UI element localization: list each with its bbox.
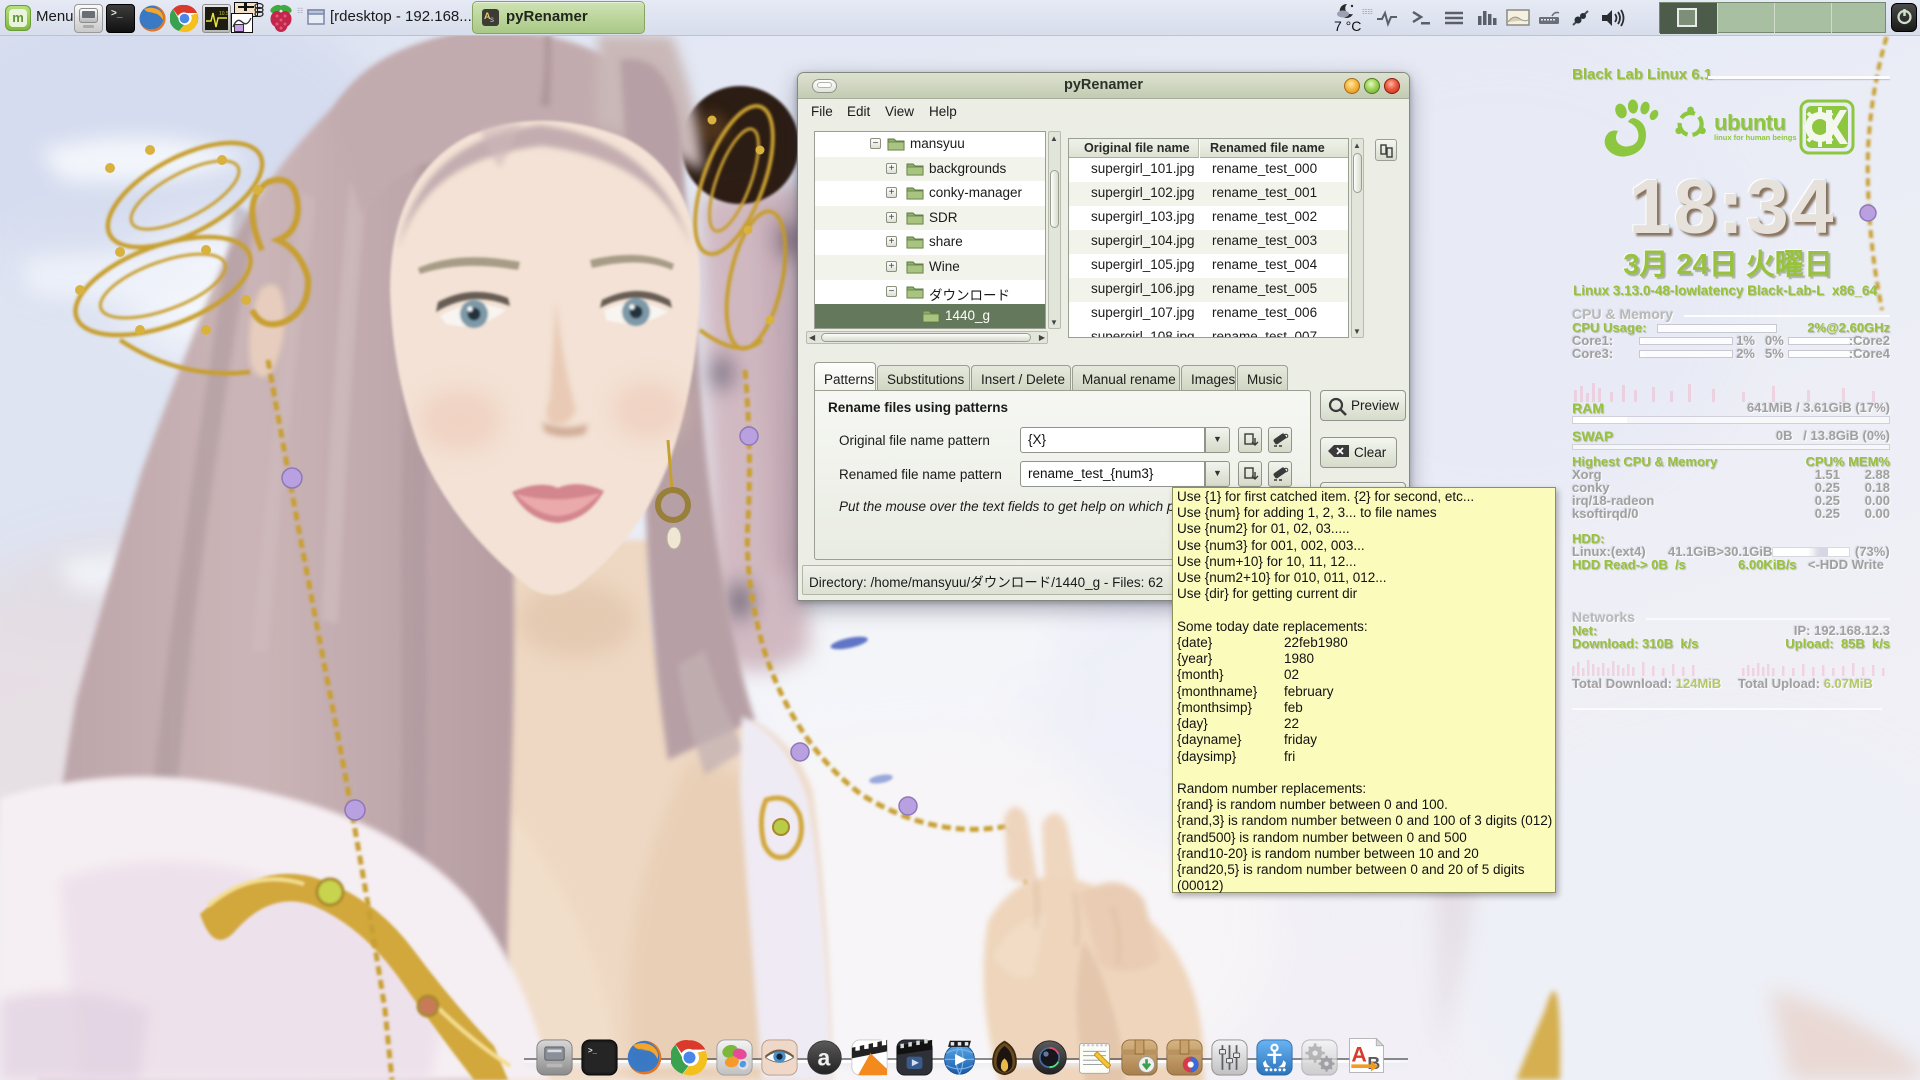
svg-text:B: B <box>1367 1053 1380 1073</box>
svg-text:>_: >_ <box>588 1046 598 1055</box>
svg-text:A: A <box>1351 1043 1366 1067</box>
svg-text:a: a <box>817 1044 830 1070</box>
svg-text:10.5: 10.5 <box>219 11 228 17</box>
